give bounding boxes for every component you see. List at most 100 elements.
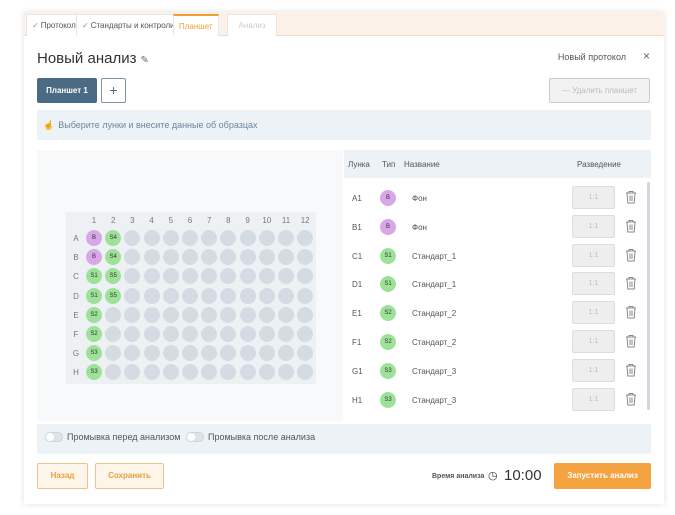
save-button[interactable]: Сохранить	[95, 463, 164, 489]
well-F1[interactable]: S2	[86, 326, 102, 342]
plate-row-G[interactable]: G	[72, 349, 80, 358]
plate-col-3[interactable]: 3	[124, 216, 141, 225]
plate-col-2[interactable]: 2	[105, 216, 122, 225]
plate-row-C[interactable]: C	[72, 272, 80, 281]
well-D7[interactable]	[201, 287, 218, 304]
well-D6[interactable]	[182, 287, 198, 304]
back-button[interactable]: Назад	[37, 463, 88, 489]
plate-col-12[interactable]: 12	[297, 216, 314, 225]
close-icon[interactable]: ×	[643, 49, 650, 63]
well-E11[interactable]	[278, 306, 294, 323]
dilution-field[interactable]: 1:1	[572, 186, 615, 209]
table-row[interactable]: G1 S3 Стандарт_3 1:1	[344, 357, 644, 386]
well-F5[interactable]	[162, 326, 179, 342]
well-B4[interactable]	[143, 249, 160, 266]
well-D9[interactable]	[239, 287, 256, 304]
well-D10[interactable]	[258, 287, 275, 304]
well-A9[interactable]	[239, 230, 256, 246]
well-B10[interactable]	[258, 249, 275, 266]
well-A11[interactable]	[278, 230, 294, 246]
dilution-field[interactable]: 1:1	[572, 243, 615, 267]
plate-col-8[interactable]: 8	[220, 216, 237, 225]
well-A1[interactable]: B	[86, 230, 102, 246]
well-C4[interactable]	[143, 268, 160, 285]
well-G5[interactable]	[162, 345, 179, 362]
plate-col-7[interactable]: 7	[201, 216, 218, 225]
plate-row-H[interactable]: H	[72, 368, 80, 377]
plate-col-4[interactable]: 4	[143, 216, 160, 225]
delete-plate-button[interactable]: — Удалить планшет	[549, 78, 650, 103]
dilution-field[interactable]: 1:1	[572, 214, 615, 238]
tab-plate[interactable]: Планшет	[173, 14, 219, 36]
well-F6[interactable]	[182, 326, 198, 342]
plate-row-D[interactable]: D	[72, 292, 80, 301]
trash-icon[interactable]	[624, 275, 638, 291]
tab-standards[interactable]: ✓ Стандарты и контроли	[76, 14, 181, 36]
trash-icon[interactable]	[624, 218, 638, 234]
well-D11[interactable]	[278, 287, 294, 304]
table-row[interactable]: E1 S2 Стандарт_2 1:1	[344, 299, 644, 328]
well-E1[interactable]: S2	[86, 306, 102, 323]
plate-col-11[interactable]: 11	[278, 216, 295, 225]
wash-before-toggle[interactable]	[45, 432, 63, 442]
table-row[interactable]: H1 S3 Стандарт_3 1:1	[344, 386, 644, 415]
plate-row-E[interactable]: E	[72, 311, 80, 320]
start-analysis-button[interactable]: Запустить анализ	[554, 463, 651, 489]
plate-col-6[interactable]: 6	[182, 216, 199, 225]
plate-col-9[interactable]: 9	[239, 216, 256, 225]
well-G9[interactable]	[239, 345, 256, 362]
well-A5[interactable]	[162, 230, 179, 246]
table-row[interactable]: D1 S1 Стандарт_1 1:1	[344, 270, 644, 299]
table-row[interactable]: C1 S1 Стандарт_1 1:1	[344, 242, 644, 271]
dilution-field[interactable]: 1:1	[572, 272, 615, 296]
table-row[interactable]: A1 B Фон 1:1	[344, 184, 644, 213]
well-D4[interactable]	[143, 287, 160, 304]
plate-row-A[interactable]: A	[72, 234, 80, 243]
well-C9[interactable]	[239, 268, 256, 285]
well-E4[interactable]	[143, 306, 160, 323]
trash-icon[interactable]	[624, 304, 638, 320]
trash-icon[interactable]	[624, 189, 638, 205]
well-F11[interactable]	[278, 326, 294, 342]
table-row[interactable]: F1 S2 Стандарт_2 1:1	[344, 328, 644, 357]
tab-analysis[interactable]: Анализ	[227, 14, 277, 36]
plate-row-B[interactable]: B	[72, 253, 80, 262]
tab-protocol[interactable]: ✓ Протокол	[26, 14, 82, 36]
well-E7[interactable]	[201, 306, 218, 323]
trash-icon[interactable]	[624, 362, 638, 378]
well-A4[interactable]	[143, 230, 160, 246]
well-H9[interactable]	[239, 364, 256, 381]
well-E10[interactable]	[258, 306, 275, 323]
dilution-field[interactable]: 1:1	[572, 301, 615, 325]
well-E12[interactable]	[297, 306, 314, 323]
time-value[interactable]: 10:00	[504, 467, 542, 484]
well-E5[interactable]	[162, 306, 179, 323]
trash-icon[interactable]	[624, 391, 638, 407]
plate-col-5[interactable]: 5	[162, 216, 179, 225]
trash-icon[interactable]	[624, 247, 638, 263]
plate-row-F[interactable]: F	[72, 330, 80, 339]
wash-after-toggle[interactable]	[186, 432, 204, 442]
trash-icon[interactable]	[624, 333, 638, 349]
table-scrollbar[interactable]	[647, 182, 650, 410]
well-G4[interactable]	[143, 345, 160, 362]
plate-col-10[interactable]: 10	[258, 216, 275, 225]
well-B9[interactable]	[239, 249, 256, 266]
well-D8[interactable]	[220, 287, 237, 304]
well-F10[interactable]	[258, 326, 275, 342]
dilution-field[interactable]: 1:1	[572, 358, 615, 382]
well-F9[interactable]	[239, 326, 256, 342]
dilution-field[interactable]: 1:1	[572, 387, 615, 411]
well-D5[interactable]	[162, 287, 179, 304]
well-G10[interactable]	[258, 345, 275, 362]
well-E2[interactable]	[105, 306, 122, 323]
edit-pencil-icon[interactable]: ✎	[140, 55, 148, 66]
well-F4[interactable]	[143, 326, 160, 342]
well-D3[interactable]	[124, 287, 141, 304]
well-D12[interactable]	[297, 287, 314, 304]
well-A10[interactable]	[258, 230, 275, 246]
well-A6[interactable]	[182, 230, 198, 246]
well-D1[interactable]: S1	[86, 287, 102, 304]
table-row[interactable]: B1 B Фон 1:1	[344, 213, 644, 242]
well-B5[interactable]	[162, 249, 179, 266]
